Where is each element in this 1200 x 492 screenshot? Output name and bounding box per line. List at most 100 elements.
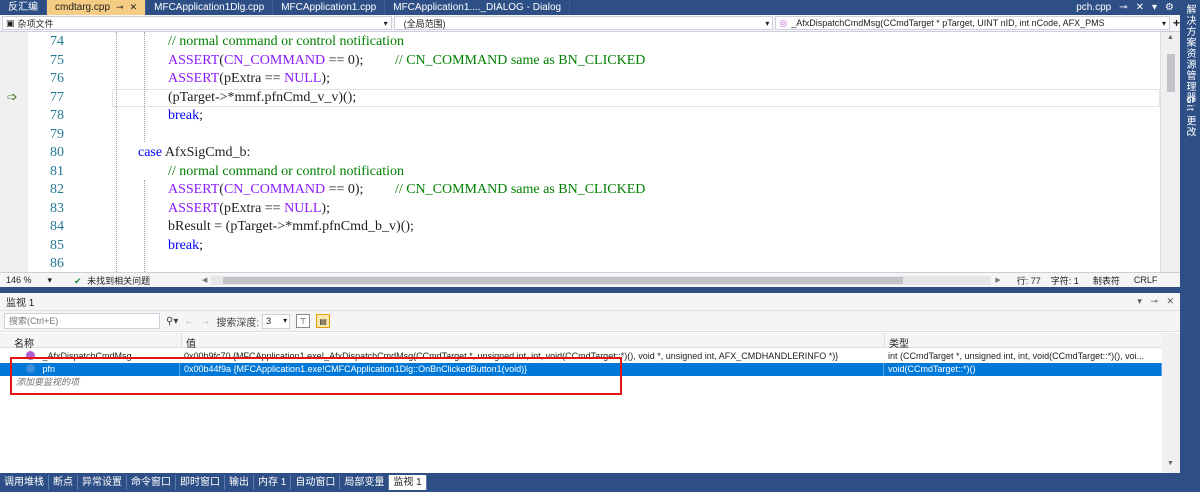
bottom-tool-tab[interactable]: 异常设置 [78, 475, 127, 490]
code-line[interactable]: 79 [0, 126, 1160, 145]
code-token: == 0); [325, 52, 395, 68]
editor-vertical-scrollbar[interactable]: ▲ [1160, 32, 1180, 272]
code-token: NULL [284, 71, 322, 86]
bottom-tool-tab[interactable]: 自动窗口 [291, 475, 341, 490]
bottom-tool-tab[interactable]: 局部变量 [340, 475, 390, 490]
check-circle-icon: ✔ [74, 275, 82, 286]
code-token: ; [199, 108, 203, 123]
gear-icon[interactable]: ⚙ [1165, 1, 1174, 15]
scope-dropdown[interactable]: (全局范围) ▾ [393, 16, 774, 30]
preview-tab-pch[interactable]: pch.cpp [1076, 1, 1111, 15]
code-line[interactable]: 76 ASSERT(pExtra == NULL); [0, 70, 1160, 89]
hex-display-icon[interactable]: ▤ [316, 314, 331, 328]
eol-indicator[interactable]: CRLF [1134, 275, 1158, 285]
chevron-down-icon: ▾ [383, 18, 388, 28]
scrollbar-thumb[interactable] [1167, 54, 1175, 92]
scroll-down-icon[interactable]: ▼ [1167, 460, 1174, 467]
column-type-header[interactable]: 类型 [889, 335, 909, 350]
pin-icon[interactable]: ⊸ [1150, 296, 1158, 306]
line-number: 81 [50, 163, 64, 179]
code-token: case [138, 145, 163, 160]
column-resizer[interactable] [884, 333, 885, 348]
bottom-tool-tab[interactable]: 断点 [49, 475, 78, 490]
document-tab-label: MFCApplication1...._DIALOG - Dialog [393, 2, 562, 13]
search-depth-value: 3 [266, 315, 272, 326]
watch-search-input[interactable] [4, 313, 160, 329]
git-changes-tab[interactable]: Git 更改 [1182, 96, 1197, 138]
code-token: ASSERT [168, 52, 220, 68]
code-token: (pExtra == [219, 200, 285, 216]
scroll-up-icon[interactable]: ▲ [1167, 34, 1174, 41]
line-number: 83 [50, 200, 64, 216]
scope-dropdown-label: (全局范围) [403, 18, 446, 29]
chevron-down-icon[interactable]: ▾ [1137, 296, 1142, 306]
code-line[interactable]: 81 // normal command or control notificat… [0, 163, 1160, 182]
document-tab[interactable]: MFCApplication1...._DIALOG - Dialog [385, 0, 571, 15]
scroll-right-icon[interactable]: ▶ [995, 276, 1000, 284]
code-token: // normal command or control notificatio… [168, 34, 404, 49]
watch-vertical-scrollbar[interactable]: ▼ [1162, 333, 1180, 473]
document-tab-label: MFCApplication1Dlg.cpp [154, 2, 265, 13]
bottom-tool-tab[interactable]: 内存 1 [254, 475, 292, 490]
member-dropdown-label: _AfxDispatchCmdMsg(CCmdTarget * pTarget,… [791, 18, 1105, 28]
bottom-tool-tab[interactable]: 输出 [225, 475, 254, 490]
line-number: 79 [50, 126, 64, 142]
code-line[interactable]: 82 ASSERT(CN_COMMAND == 0); // CN_COMMAND… [0, 181, 1160, 200]
code-line[interactable]: 74 // normal command or control notificat… [0, 33, 1160, 52]
chevron-down-icon: ▾ [47, 275, 52, 285]
bottom-tool-tab[interactable]: 即时窗口 [176, 475, 225, 490]
watch-title: 监视 1 [6, 298, 35, 309]
code-line[interactable]: 77 (pTarget->*mmf.pfnCmd_v_v)(); [0, 89, 1160, 108]
code-line[interactable]: 75 ASSERT(CN_COMMAND == 0); // CN_COMMAND… [0, 52, 1160, 71]
code-line[interactable]: 86 [0, 255, 1160, 272]
code-line[interactable]: 80 case AfxSigCmd_b: [0, 144, 1160, 163]
chevron-down-icon[interactable]: ▾ [1152, 1, 1157, 15]
scrollbar-thumb[interactable] [223, 276, 904, 284]
close-icon[interactable]: ✕ [1136, 1, 1144, 15]
tabs-indicator[interactable]: 制表符 [1093, 274, 1120, 287]
tab-strip-right: pch.cpp ⊸ ✕ ▾ ⚙ [1070, 0, 1180, 15]
search-depth-dropdown[interactable]: 3 ▾ [262, 313, 291, 329]
editor-horizontal-scrollbar[interactable] [211, 275, 992, 285]
code-editor[interactable]: ➩ ▲ 74// normal command or control notif… [0, 32, 1180, 272]
document-tab[interactable]: MFCApplication1Dlg.cpp [146, 0, 274, 15]
document-tab[interactable]: 反汇编 [0, 0, 47, 15]
code-token: break [168, 108, 200, 123]
editor-status-bar: 146 % ▾ ✔ 未找到相关问题 ◀ ▶ 行: 77 字符: 1 制表符 CR… [0, 272, 1180, 287]
search-icon[interactable]: ⚲▾ [166, 316, 178, 327]
column-indicator[interactable]: 字符: 1 [1051, 274, 1079, 287]
close-icon[interactable]: ✕ [130, 2, 138, 12]
bottom-tool-tab[interactable]: 调用堆栈 [0, 475, 49, 490]
code-text: // normal command or control notificatio… [168, 163, 404, 181]
document-tab[interactable]: MFCApplication1.cpp [273, 0, 386, 15]
close-icon[interactable]: ✕ [1166, 296, 1174, 306]
code-line[interactable]: 85 break; [0, 237, 1160, 256]
forward-arrow-icon[interactable]: → [200, 316, 210, 327]
code-token: ); [321, 71, 330, 86]
issues-indicator[interactable]: ✔ 未找到相关问题 [62, 274, 202, 287]
column-value-header[interactable]: 值 [186, 335, 196, 350]
code-line[interactable]: 84 bResult = (pTarget->*mmf.pfnCmd_b_v)()… [0, 218, 1160, 237]
code-line[interactable]: 78 break; [0, 107, 1160, 126]
bottom-tool-tab[interactable]: 命令窗口 [127, 475, 176, 490]
split-plus-icon[interactable]: + [1173, 16, 1180, 30]
document-tab[interactable]: cmdtarg.cpp ⊸ ✕ [47, 0, 147, 15]
line-number: 86 [50, 256, 64, 271]
pin-to-source-icon[interactable]: ⊤ [296, 314, 311, 328]
zoom-dropdown[interactable]: 146 % ▾ [0, 275, 62, 285]
column-resizer[interactable] [181, 333, 182, 348]
back-arrow-icon[interactable]: ← [184, 316, 194, 327]
window-controls: ▾ ⊸ ✕ [1137, 296, 1174, 307]
scroll-left-icon[interactable]: ◀ [202, 276, 207, 284]
code-text: ASSERT(CN_COMMAND == 0); // CN_COMMAND s… [168, 52, 645, 70]
line-number: 74 [50, 34, 64, 49]
member-dropdown[interactable]: ◎ _AfxDispatchCmdMsg(CCmdTarget * pTarge… [775, 16, 1170, 30]
pin-icon[interactable]: ⊸ [1119, 1, 1127, 15]
bottom-tool-tab[interactable]: 监视 1 [389, 475, 427, 490]
column-name-header[interactable]: 名称 [14, 335, 34, 350]
solution-explorer-tab[interactable]: 解决方案资源管理器 [1182, 4, 1197, 103]
project-dropdown[interactable]: ▣ 杂项文件 ▾ [2, 16, 392, 30]
code-line[interactable]: 83 ASSERT(pExtra == NULL); [0, 200, 1160, 219]
pin-icon[interactable]: ⊸ [116, 2, 124, 12]
line-indicator[interactable]: 行: 77 [1017, 274, 1041, 287]
